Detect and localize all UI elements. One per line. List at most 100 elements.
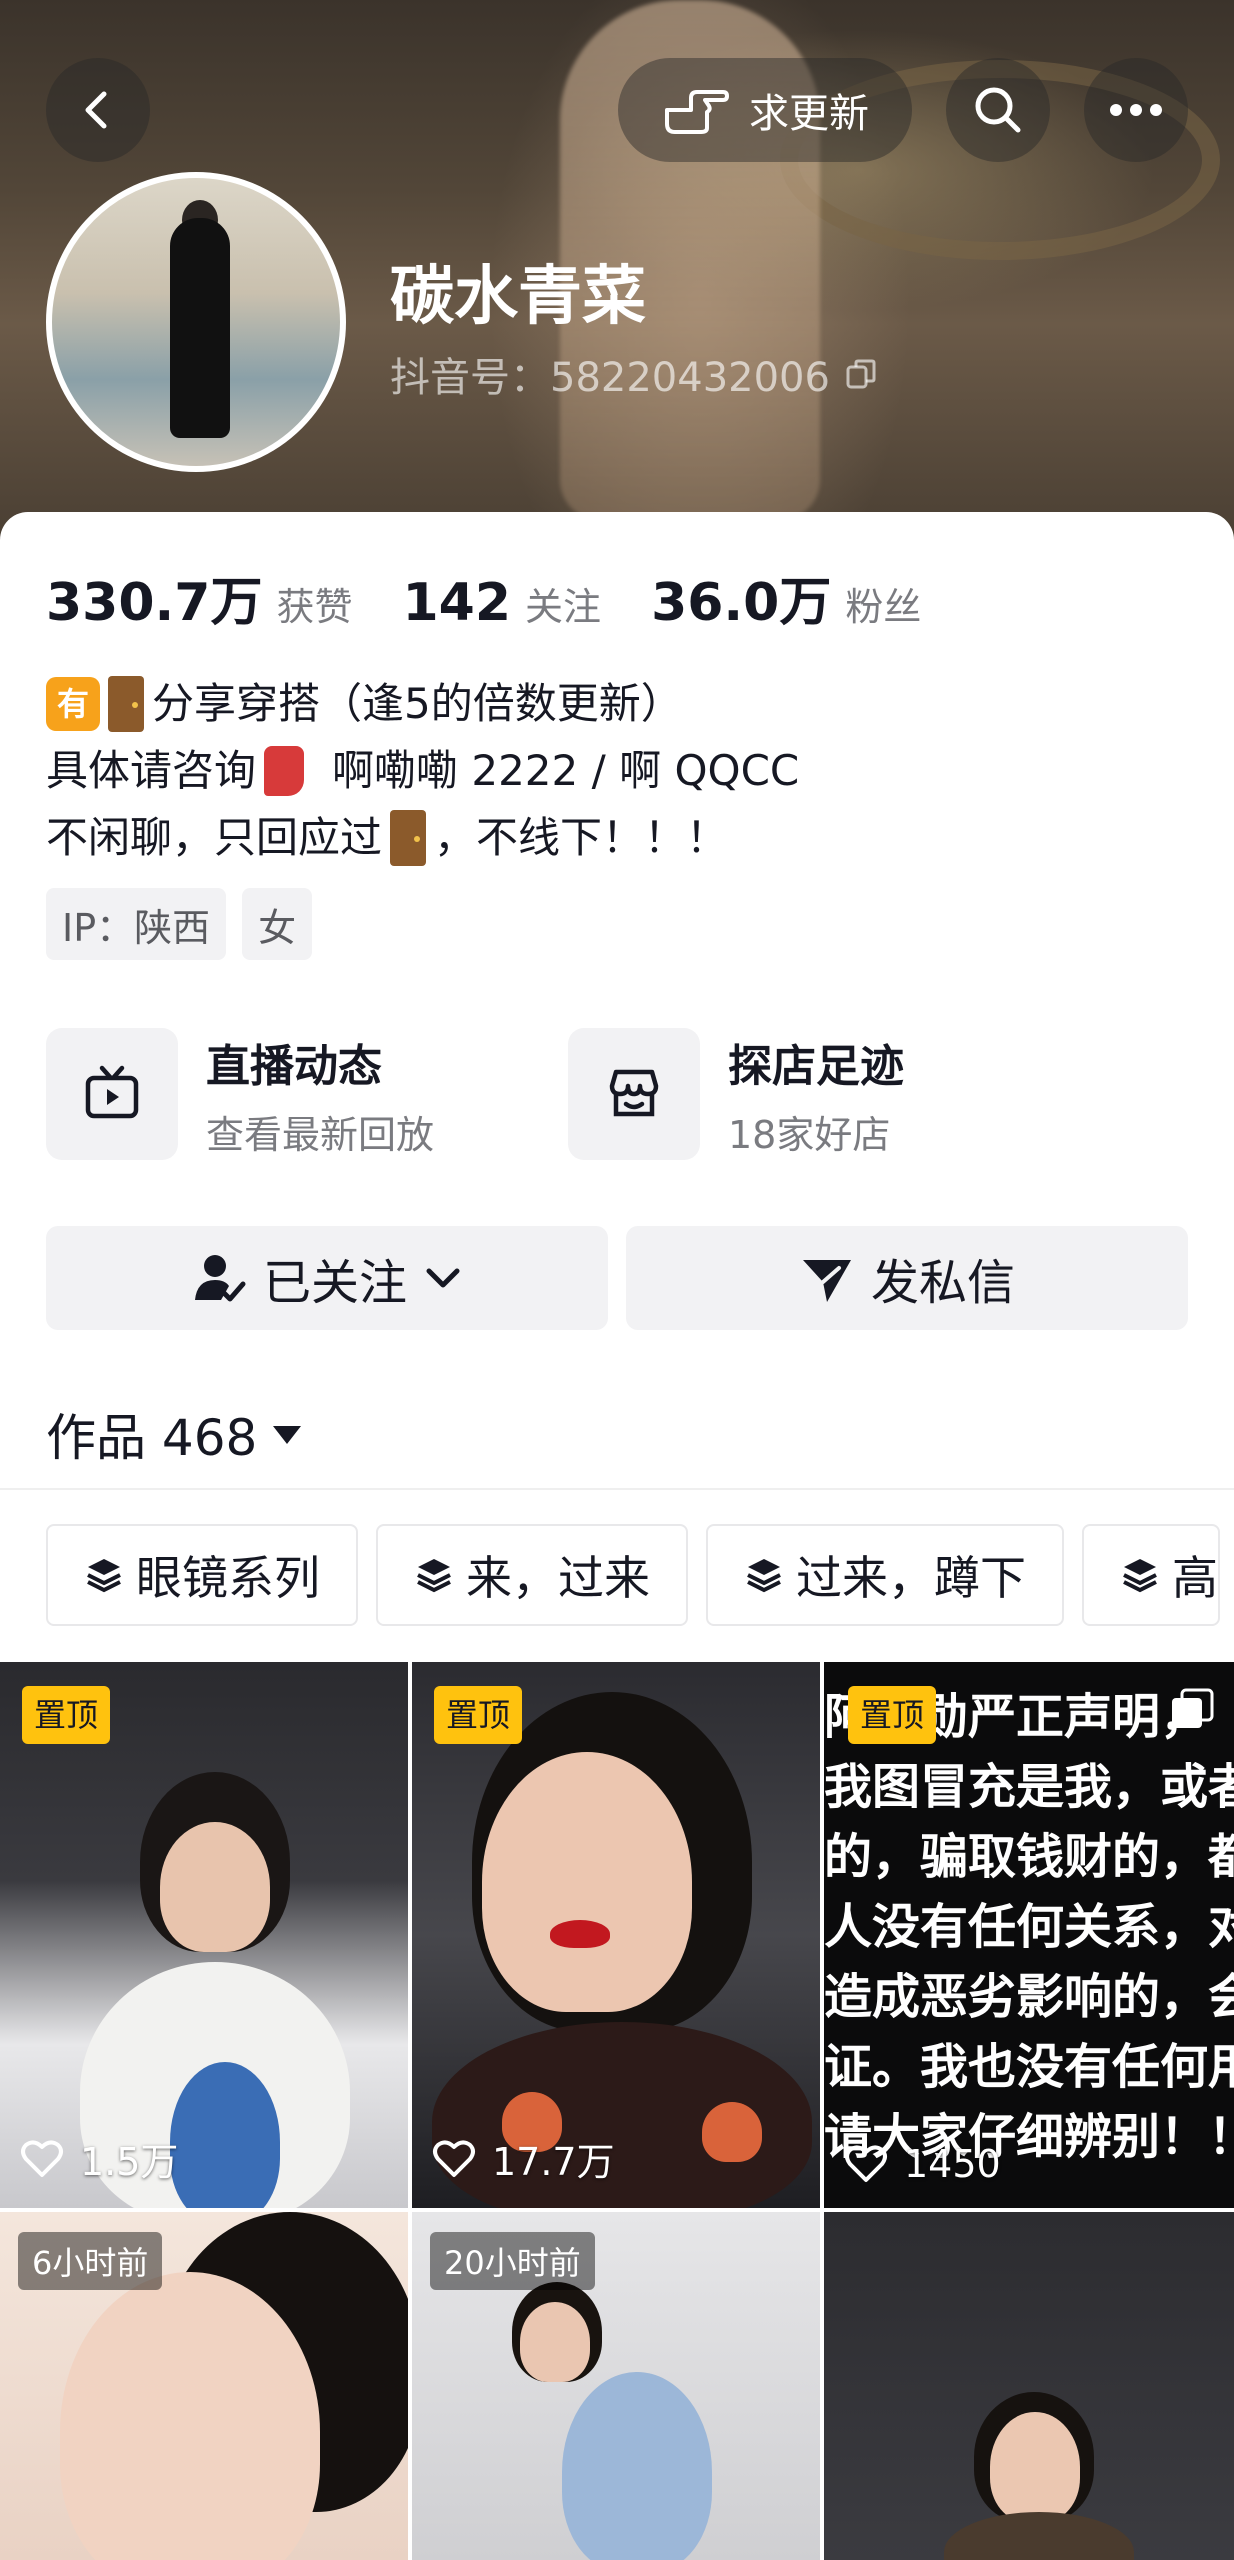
thumbnail-body: [944, 2512, 1134, 2560]
notice-text: 阿某勋严正声明， 我图冒充是我，或者 的，骗取钱财的，都 人没有任何关系，对 造…: [824, 1682, 1234, 2172]
has-badge: 有: [46, 676, 100, 731]
live-updates-entry[interactable]: 直播动态 查看最新回放: [46, 1028, 434, 1160]
video-thumbnail[interactable]: 置顶 17.7万: [412, 1662, 820, 2208]
user-check-icon: [194, 1255, 246, 1302]
collection-label: 眼镜系列: [136, 1551, 320, 1605]
pointing-hand-icon: [665, 90, 729, 134]
collection-chip[interactable]: 来，过来: [376, 1524, 688, 1626]
bio-line-1: 有 分享穿搭（逢5的倍数更新）: [46, 670, 799, 737]
time-badge: 20小时前: [430, 2232, 595, 2290]
feature-title: 探店足迹: [728, 1040, 904, 1092]
feature-subtitle: 18家好店: [728, 1112, 891, 1157]
heart-icon: [21, 2139, 63, 2177]
copy-icon: [846, 359, 876, 389]
more-button[interactable]: [1084, 58, 1188, 162]
likes-value: 17.7万: [492, 2140, 615, 2184]
send-message-label: 发私信: [870, 1255, 1015, 1311]
caret-down-icon: [273, 1426, 302, 1444]
search-icon: [975, 87, 1021, 133]
bio-text: ，不线下！！！: [434, 813, 729, 862]
feature-subtitle: 查看最新回放: [206, 1112, 435, 1157]
thumbnail-dress: [170, 2062, 280, 2208]
gender-chip: 女: [242, 888, 313, 960]
douyin-id-text: 抖音号：58220432006: [390, 355, 830, 401]
stat-followers[interactable]: 36.0万 粉丝: [651, 560, 921, 635]
collection-chip[interactable]: 过来，蹲下: [706, 1524, 1064, 1626]
thumbnail-face: [520, 2302, 590, 2382]
collection-label: 来，过来: [466, 1551, 650, 1605]
store-icon: [609, 1069, 659, 1117]
likes-count: 1450: [844, 2142, 1001, 2186]
chevron-down-icon: [426, 1268, 460, 1288]
store-visits-entry[interactable]: 探店足迹 18家好店: [568, 1028, 904, 1160]
heart-icon: [433, 2139, 475, 2177]
feature-icon-box: [568, 1028, 700, 1160]
followed-label: 已关注: [262, 1255, 407, 1311]
bio-line-3: 不闲聊，只回应过 ，不线下！！！: [46, 804, 799, 871]
bio-text: 分享穿搭（逢5的倍数更新）: [152, 679, 683, 728]
ip-location-chip: IP：陕西: [46, 888, 227, 960]
heart-icon: [845, 2145, 887, 2182]
collections-row: 眼镜系列 来，过来 过来，蹲下 高: [46, 1524, 1220, 1626]
send-icon: [802, 1260, 851, 1302]
stat-value: 36.0万: [651, 573, 832, 633]
stat-label: 获赞: [276, 585, 353, 629]
likes-count: 1.5万: [20, 2131, 178, 2186]
pinned-badge: 置顶: [848, 1686, 937, 1744]
works-tab[interactable]: 作品 468: [46, 1398, 303, 1470]
feature-icon-box: [46, 1028, 178, 1160]
search-button[interactable]: [946, 58, 1050, 162]
section-divider: [0, 1488, 1234, 1490]
thumbnail-flower: [702, 2102, 762, 2162]
likes-value: 1450: [904, 2142, 1001, 2186]
stat-label: 关注: [525, 585, 602, 629]
douyin-id[interactable]: 抖音号：58220432006: [390, 345, 878, 403]
notice-line: 我图冒充是我，或者: [824, 1759, 1234, 1815]
collection-label: 过来，蹲下: [796, 1551, 1026, 1605]
video-thumbnail[interactable]: 6小时前: [0, 2212, 408, 2560]
multi-image-icon: [1172, 1688, 1214, 1728]
video-thumbnail[interactable]: 20小时前: [412, 2212, 820, 2560]
bio-text: 不闲聊，只回应过: [46, 813, 383, 862]
request-update-button[interactable]: 求更新: [618, 58, 912, 162]
bio-text: 啊嘞嘞 2222 / 啊 QQCC: [332, 746, 800, 795]
more-dots-icon: [1110, 104, 1162, 116]
collection-chip[interactable]: 眼镜系列: [46, 1524, 358, 1626]
door-icon: [108, 675, 144, 732]
layers-icon: [417, 1559, 451, 1593]
followed-button[interactable]: 已关注: [46, 1226, 608, 1330]
profile-name: 碳水青菜: [390, 260, 646, 334]
avatar-figure: [170, 218, 230, 438]
thumbnail-lips: [550, 1920, 610, 1948]
collection-label: 高: [1172, 1551, 1218, 1605]
likes-count: 17.7万: [432, 2131, 615, 2186]
avatar[interactable]: [46, 172, 346, 472]
layers-icon: [1123, 1559, 1157, 1593]
video-thumbnail[interactable]: [824, 2212, 1234, 2560]
notice-line: 证。我也没有任何用: [824, 2039, 1234, 2095]
back-button[interactable]: [46, 58, 150, 162]
door-icon: [390, 809, 427, 866]
likes-value: 1.5万: [80, 2140, 179, 2184]
bio-text: 具体请咨询: [46, 746, 257, 795]
notice-line: 人没有任何关系，对: [824, 1899, 1234, 1955]
stat-likes[interactable]: 330.7万 获赞: [46, 560, 353, 635]
bio-line-2: 具体请咨询 啊嘞嘞 2222 / 啊 QQCC: [46, 737, 799, 804]
scarf-icon: [264, 745, 305, 796]
video-thumbnail[interactable]: 置顶 1.5万: [0, 1662, 408, 2208]
collection-chip[interactable]: 高: [1082, 1524, 1220, 1626]
pinned-badge: 置顶: [434, 1686, 523, 1744]
layers-icon: [87, 1559, 121, 1593]
chevron-left-icon: [85, 91, 107, 129]
thumbnail-top: [562, 2372, 712, 2560]
stat-label: 粉丝: [845, 585, 922, 629]
notice-line: 的，骗取钱财的，都: [824, 1829, 1234, 1885]
stat-following[interactable]: 142 关注: [403, 573, 602, 633]
request-update-label: 求更新: [749, 91, 869, 137]
video-thumbnail[interactable]: 阿某勋严正声明， 我图冒充是我，或者 的，骗取钱财的，都 人没有任何关系，对 造…: [824, 1662, 1234, 2208]
tv-icon: [85, 1065, 139, 1119]
feature-title: 直播动态: [206, 1040, 382, 1092]
pinned-badge: 置顶: [22, 1686, 111, 1744]
send-message-button[interactable]: 发私信: [626, 1226, 1188, 1330]
thumbnail-face: [482, 1752, 692, 2012]
